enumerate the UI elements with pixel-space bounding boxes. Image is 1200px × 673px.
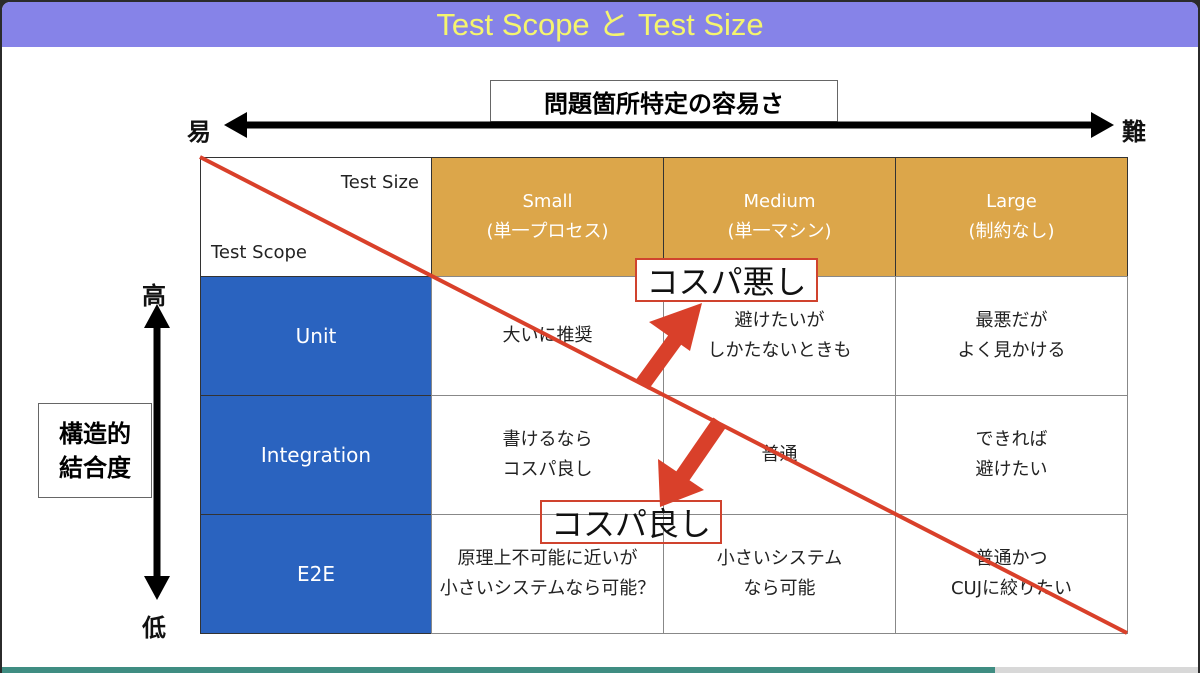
arrow-down-to-good [658, 417, 727, 507]
callout-good-cost: コスパ良し [540, 500, 722, 544]
diagonal-line [199, 155, 1128, 635]
callout-bad-cost: コスパ悪し [635, 258, 818, 302]
arrow-up-to-bad [635, 303, 702, 390]
progress-bar [2, 667, 1198, 673]
vertical-double-arrow [144, 304, 170, 600]
horizontal-double-arrow [224, 112, 1114, 138]
overlay [144, 112, 1128, 635]
progress-fill [2, 667, 995, 673]
slide: Test Scope と Test Size 問題箇所特定の容易さ 易 難 高 … [2, 2, 1198, 673]
